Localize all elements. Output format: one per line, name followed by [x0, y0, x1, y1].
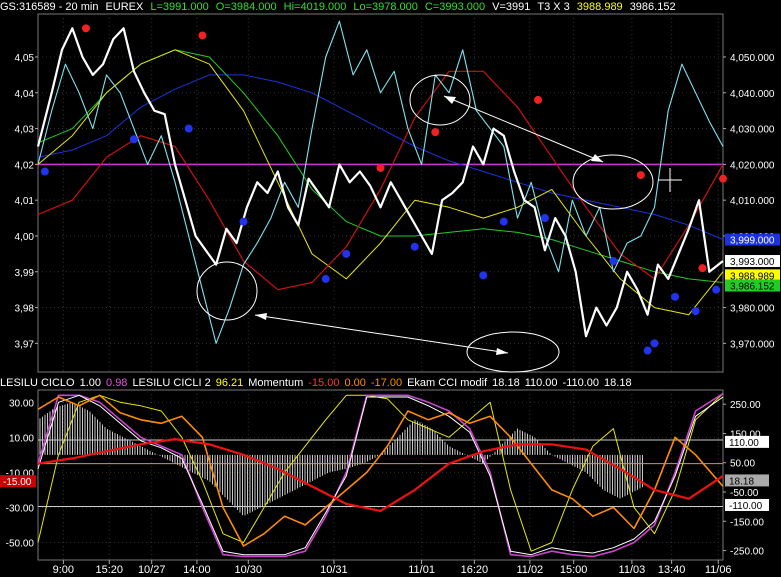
price-right-tick: 4,010.000	[730, 196, 775, 207]
price-left-tick: 4,02	[15, 160, 35, 171]
x-tick-label: 16:20	[461, 564, 489, 576]
price-right-tick: 4,040.000	[730, 89, 775, 100]
price-left-tick: 4,05	[15, 53, 35, 64]
background	[0, 0, 781, 577]
ind4-val4: 18.18	[604, 377, 632, 389]
price-right-tick: 4,050.000	[730, 53, 775, 64]
ind4-val: 18.18	[492, 377, 520, 389]
exchange-label: EUREX	[105, 1, 144, 13]
ind3-val2: 0.00	[344, 377, 366, 389]
x-tick-label: 13:40	[658, 564, 686, 576]
indicator-right-tick: 250.00	[730, 400, 761, 411]
value2-label: 3986.152	[629, 1, 676, 13]
ind2-val: 96.21	[215, 377, 244, 389]
ind1-name: LESILU CICLO	[0, 377, 75, 389]
study-label: T3 X 3	[537, 1, 570, 13]
red-dot	[431, 128, 440, 137]
low-label: Lo=3978.000	[353, 1, 418, 13]
chart-canvas: 4,05 4,04 4,03 4,02 4,01 4,00 3,99 3,98 3,97 4,0…	[0, 0, 781, 577]
blue-dot	[410, 242, 419, 251]
indicator-left-tick: 30.00	[9, 398, 34, 409]
indicator-left-tick: -50.00	[6, 538, 35, 549]
blue-dot	[40, 167, 49, 176]
x-tick-label: 9:00	[53, 564, 74, 576]
x-tick-label: 11/01	[408, 564, 435, 576]
symbol-label: GS:316589 - 20 min	[0, 1, 99, 13]
volume-label: V=3991	[492, 1, 531, 13]
indicator-right-tick: 50.00	[730, 459, 755, 470]
last-label: L=3991.000	[150, 1, 209, 13]
high-label: Hi=4019.000	[283, 1, 347, 13]
indicator-left-tick: 10.00	[9, 433, 34, 444]
ind2-name: LESILU CICLI 2	[132, 377, 211, 389]
red-dot	[376, 163, 385, 172]
blue-dot	[499, 217, 508, 226]
price-left-tick: 4,03	[15, 125, 35, 136]
blue-dot	[540, 214, 549, 223]
red-dot	[81, 24, 90, 33]
red-dot	[698, 264, 707, 273]
blue-dot	[650, 339, 659, 348]
red-dot	[719, 174, 727, 183]
price-left-tick: 4,01	[15, 196, 35, 207]
x-tick-label: 15:20	[95, 564, 123, 576]
x-tick-label: 11/02	[516, 564, 543, 576]
blue-dot	[671, 292, 680, 301]
price-right-tick: 4,020.000	[730, 160, 775, 171]
blue-dot	[712, 285, 721, 294]
red-dot	[534, 95, 543, 104]
blue-dot	[342, 249, 351, 258]
price-value-box-label: 3,993.000	[730, 257, 775, 268]
price-right-tick: 4,030.000	[730, 125, 775, 136]
blue-dot	[321, 274, 330, 283]
blue-dot	[239, 217, 248, 226]
blue-dot	[479, 271, 488, 280]
ind1-val: 1.00	[79, 377, 102, 389]
x-tick-label: 11/03	[619, 564, 646, 576]
price-right-tick: 3,970.000	[730, 339, 775, 350]
value1-label: 3988.989	[576, 1, 623, 13]
ind1-val2: 0.98	[106, 377, 128, 389]
indicator-value-box-label: 18.18	[729, 476, 754, 487]
price-value-box-label: 3,986.152	[730, 282, 775, 293]
ind4-val2: 110.00	[524, 377, 558, 389]
x-tick-label: 10/27	[138, 564, 166, 576]
x-tick-label: 10/30	[235, 564, 263, 576]
blue-dot	[609, 257, 618, 266]
indicator-value-box-label: 110.00	[729, 438, 759, 449]
price-left-tick: 3,97	[15, 339, 35, 350]
open-label: O=3984.000	[215, 1, 277, 13]
ind3-val3: -17.00	[370, 377, 403, 389]
price-value-box-label: 3,999.000	[730, 236, 775, 247]
ind4-val3: -110.00	[562, 377, 600, 389]
x-tick-label: 10/31	[320, 564, 348, 576]
indicator-right-tick: -50.00	[730, 488, 759, 499]
indicator-right-tick: -250.00	[730, 547, 764, 558]
blue-dot	[643, 346, 652, 355]
price-left-tick: 3,99	[15, 268, 35, 279]
red-dot	[636, 171, 645, 180]
blue-dot	[184, 124, 193, 133]
indicator-header: LESILU CICLO 1.00 0.98 LESILU CICLI 2 96.21 M…	[0, 376, 637, 390]
red-dot	[198, 31, 207, 40]
price-left-tick: 3,98	[15, 304, 35, 315]
price-left-tick: 4,04	[15, 89, 35, 100]
blue-dot	[691, 307, 700, 316]
indicator-right-tick: -150.00	[730, 517, 764, 528]
price-right-tick: 3,980.000	[730, 304, 775, 315]
ind3-name: Momentum	[248, 377, 304, 389]
price-header: GS:316589 - 20 min EUREX L=3991.000 O=3984.…	[0, 0, 683, 14]
ind4-name: Ekam CCI modif	[407, 377, 488, 389]
indicator-left-tick: -30.00	[6, 503, 35, 514]
price-left-tick: 4,00	[15, 232, 35, 243]
indicator-left-box-label: -15.00	[3, 477, 32, 488]
x-tick-label: 14:00	[183, 564, 211, 576]
x-tick-label: 11/06	[705, 564, 732, 576]
blue-dot	[129, 135, 138, 144]
x-tick-label: 15:00	[560, 564, 588, 576]
indicator-value-box-label: -110.00	[729, 501, 763, 512]
close-label: C=3993.000	[424, 1, 486, 13]
ind3-val: -15.00	[308, 377, 340, 389]
